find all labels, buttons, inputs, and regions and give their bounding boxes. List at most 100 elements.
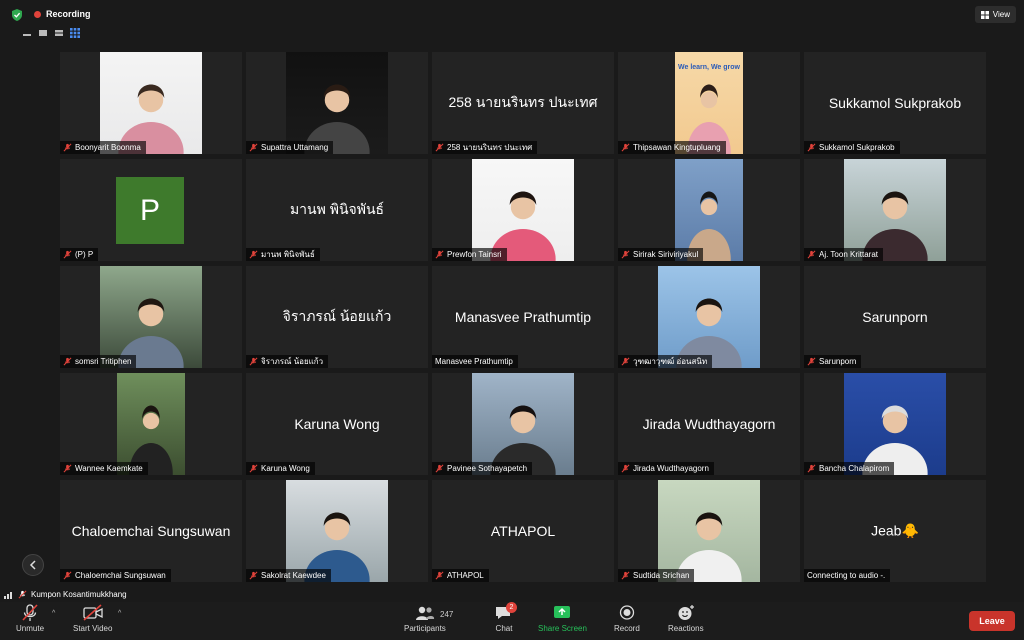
participant-display-name: 258 นายนรินทร ปนะเทศ: [448, 94, 598, 110]
participant-tile[interactable]: Karuna Wong Karuna Wong: [246, 373, 428, 475]
participant-name-label: Supattra Uttamang: [246, 141, 334, 154]
participant-tile[interactable]: Pavinee Sothayapetch: [432, 373, 614, 475]
participant-name: ATHAPOL: [447, 571, 484, 580]
participant-name: Pavinee Sothayapetch: [447, 464, 528, 473]
reactions-button[interactable]: Reactions: [668, 604, 704, 633]
record-icon: [619, 605, 635, 620]
muted-mic-icon: [621, 250, 630, 259]
participant-name: Thipsawan Kingtupluang: [633, 143, 721, 152]
muted-mic-icon: [249, 571, 258, 580]
unmute-button[interactable]: Unmute: [16, 604, 44, 633]
participant-name: มานพ พินิจพันธ์: [261, 250, 315, 259]
participant-tile[interactable]: Bancha Chalapirom: [804, 373, 986, 475]
participant-tile[interactable]: Sukkamol Sukprakob Sukkamol Sukprakob: [804, 52, 986, 154]
view-button[interactable]: View: [974, 6, 1016, 23]
muted-mic-icon: [807, 143, 816, 152]
active-speaker-indicator: Kumpon Kosantimukkhang: [0, 588, 127, 601]
muted-mic-icon: [621, 464, 630, 473]
participant-video: [100, 266, 202, 368]
minimize-icon[interactable]: [22, 29, 32, 37]
participant-display-name: Chaloemchai Sungsuwan: [71, 523, 231, 539]
participant-name-label: Bancha Chalapirom: [804, 462, 895, 475]
participant-tile[interactable]: Aj. Toon Krittarat: [804, 159, 986, 261]
unmute-label: Unmute: [16, 624, 45, 633]
participant-tile[interactable]: มานพ พินิจพันธ์ มานพ พินิจพันธ์: [246, 159, 428, 261]
view-button-label: View: [992, 10, 1010, 19]
participant-tile[interactable]: 258 นายนรินทร ปนะเทศ 258 นายนรินทร ปนะเทศ: [432, 52, 614, 154]
share-screen-button[interactable]: Share Screen: [538, 604, 587, 633]
participant-tile[interactable]: We learn, We grow Thipsawan Kingtupluang: [618, 52, 800, 154]
start-video-label: Start Video: [73, 624, 113, 633]
muted-mic-icon: [249, 143, 258, 152]
previous-page-button[interactable]: [22, 554, 44, 576]
participant-name: Connecting to audio -.: [807, 571, 886, 580]
participant-display-name: Jirada Wudthayagorn: [642, 416, 776, 432]
muted-mic-icon: [435, 464, 444, 473]
participant-name-label: Sudtida Srichan: [618, 569, 695, 582]
participant-tile[interactable]: ATHAPOL ATHAPOL: [432, 480, 614, 582]
person-silhouette: [676, 512, 742, 582]
participant-tile[interactable]: Supattra Uttamang: [246, 52, 428, 154]
shield-icon[interactable]: [10, 8, 24, 22]
audio-options-caret[interactable]: ^: [52, 610, 55, 617]
participant-tile[interactable]: Chaloemchai Sungsuwan Chaloemchai Sungsuw…: [60, 480, 242, 582]
muted-mic-icon: [249, 357, 258, 366]
participant-name-label: Sakolrat Kaewdee: [246, 569, 331, 582]
gallery-grid-icon[interactable]: [70, 28, 80, 38]
participant-name: Karuna Wong: [261, 464, 310, 473]
participant-tile[interactable]: จิราภรณ์ น้อยแก้ว จิราภรณ์ น้อยแก้ว: [246, 266, 428, 368]
participant-name-label: Manasvee Prathumtip: [432, 355, 518, 368]
speaker-strip-icon[interactable]: [54, 29, 64, 37]
participant-name-label: Connecting to audio -.: [804, 569, 891, 582]
participant-tile[interactable]: P (P) P: [60, 159, 242, 261]
record-button[interactable]: Record: [614, 604, 640, 633]
muted-mic-icon: [18, 590, 27, 599]
recording-indicator[interactable]: Recording: [34, 9, 91, 19]
muted-mic-icon: [435, 143, 444, 152]
avatar: P: [116, 177, 184, 244]
chevron-left-icon: [29, 560, 36, 570]
participant-display-name: Sarunporn: [862, 309, 928, 325]
share-screen-icon: [554, 606, 571, 618]
participant-tile[interactable]: Sarunporn Sarunporn: [804, 266, 986, 368]
chat-button[interactable]: 2 Chat: [494, 602, 517, 633]
muted-mic-icon: [63, 464, 72, 473]
person-silhouette: [676, 298, 742, 368]
video-options-caret[interactable]: ^: [118, 610, 121, 617]
layout-switcher: [22, 28, 80, 38]
participant-tile[interactable]: Sirirak Siriviriyakul: [618, 159, 800, 261]
single-view-icon[interactable]: [38, 29, 48, 37]
participant-tile[interactable]: Manasvee Prathumtip Manasvee Prathumtip: [432, 266, 614, 368]
participant-name-label: Boonyarit Boonma: [60, 141, 146, 154]
participant-name-label: Sirirak Siriviriyakul: [618, 248, 704, 261]
gallery-grid: Boonyarit Boonma Supattra Uttamang 258 นาย…: [60, 52, 988, 582]
participant-name: somsri Tritiphen: [75, 357, 132, 366]
participant-tile[interactable]: Jirada Wudthayagorn Jirada Wudthayagorn: [618, 373, 800, 475]
participant-video: [286, 480, 388, 582]
participant-tile[interactable]: Boonyarit Boonma: [60, 52, 242, 154]
participant-tile[interactable]: Sakolrat Kaewdee: [246, 480, 428, 582]
person-silhouette: [687, 191, 731, 261]
participant-tile[interactable]: Wannee Kaemkate: [60, 373, 242, 475]
muted-mic-icon: [435, 250, 444, 259]
participant-name-label: Sukkamol Sukprakob: [804, 141, 900, 154]
chat-label: Chat: [495, 624, 513, 633]
video-off-icon: [83, 604, 103, 621]
start-video-button[interactable]: Start Video: [73, 604, 112, 633]
participant-display-name: Sukkamol Sukprakob: [828, 95, 962, 111]
participant-name: 258 นายนรินทร ปนะเทศ: [447, 143, 533, 152]
muted-mic-icon: [63, 357, 72, 366]
participant-name: (P) P: [75, 250, 94, 259]
participant-name: Sudtida Srichan: [633, 571, 690, 580]
person-silhouette: [118, 298, 184, 368]
muted-microphone-icon: [22, 604, 38, 621]
participant-tile[interactable]: Jeab🐥 Connecting to audio -.: [804, 480, 986, 582]
participant-tile[interactable]: Prewfon Tainsri: [432, 159, 614, 261]
participant-tile[interactable]: Sudtida Srichan: [618, 480, 800, 582]
participant-tile[interactable]: วุฑฒาวุฑฒ์ อ่อนสนิท: [618, 266, 800, 368]
participant-tile[interactable]: somsri Tritiphen: [60, 266, 242, 368]
person-silhouette: [304, 512, 370, 582]
participant-name: Sukkamol Sukprakob: [819, 143, 895, 152]
participant-video: [286, 52, 388, 154]
leave-button[interactable]: Leave: [969, 611, 1015, 631]
